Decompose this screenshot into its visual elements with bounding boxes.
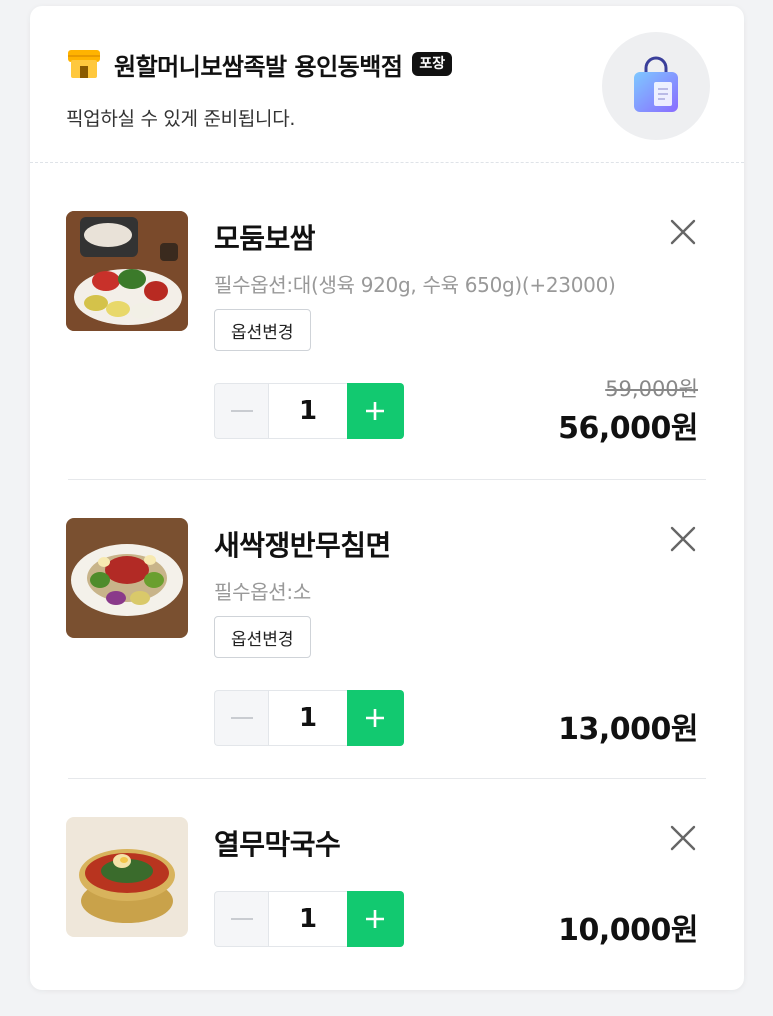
plus-icon xyxy=(366,402,385,420)
minus-icon xyxy=(230,918,253,920)
item-name: 열무막국수 xyxy=(214,828,341,861)
decrease-button[interactable] xyxy=(214,690,269,746)
pickup-badge: 포장 xyxy=(412,52,453,76)
cart-card: 원할머니보쌈족발 용인동백점 포장 픽업하실 수 있게 준비됩니다. 모둠보쌈 … xyxy=(30,6,744,990)
item-option: 필수옵션:소 xyxy=(214,580,311,604)
plus-icon xyxy=(366,910,385,928)
store-header: 원할머니보쌈족발 용인동백점 포장 픽업하실 수 있게 준비됩니다. xyxy=(30,6,744,163)
decrease-button[interactable] xyxy=(214,891,269,947)
food-image-makguksu xyxy=(66,817,188,937)
item-divider xyxy=(68,479,706,480)
close-icon[interactable] xyxy=(666,215,700,249)
minus-icon xyxy=(230,410,253,412)
change-option-button[interactable]: 옵션변경 xyxy=(214,309,311,351)
item-name: 새싹쟁반무침면 xyxy=(214,529,391,562)
item-option: 필수옵션:대(생육 920g, 수육 650g)(+23000) xyxy=(214,273,616,297)
close-icon[interactable] xyxy=(666,522,700,556)
quantity-stepper: 1 xyxy=(214,383,404,439)
item-price: 13,000원 xyxy=(558,712,698,747)
item-price: 56,000원 xyxy=(558,411,698,446)
cart-item: 열무막국수 1 10,000원 xyxy=(66,817,706,957)
decrease-button[interactable] xyxy=(214,383,269,439)
store-name: 원할머니보쌈족발 용인동백점 xyxy=(114,52,403,81)
increase-button[interactable] xyxy=(346,690,404,746)
store-icon xyxy=(68,50,100,78)
quantity-stepper: 1 xyxy=(214,690,404,746)
item-name: 모둠보쌈 xyxy=(214,222,316,255)
store-subtitle: 픽업하실 수 있게 준비됩니다. xyxy=(66,108,296,130)
close-icon[interactable] xyxy=(666,821,700,855)
cart-item: 새싹쟁반무침면 필수옵션:소 옵션변경 1 13,000원 xyxy=(66,518,706,753)
quantity-stepper: 1 xyxy=(214,891,404,947)
store-title-row: 원할머니보쌈족발 용인동백점 포장 xyxy=(66,46,453,82)
food-image-noodles xyxy=(66,518,188,638)
cart-item: 모둠보쌈 필수옵션:대(생육 920g, 수육 650g)(+23000) 옵션… xyxy=(66,211,706,446)
change-option-button[interactable]: 옵션변경 xyxy=(214,616,311,658)
original-price: 59,000원 xyxy=(605,377,698,401)
increase-button[interactable] xyxy=(346,891,404,947)
shopping-bag-badge xyxy=(602,32,710,140)
quantity-value: 1 xyxy=(268,383,347,439)
increase-button[interactable] xyxy=(346,383,404,439)
item-price: 10,000원 xyxy=(558,913,698,948)
plus-icon xyxy=(366,709,385,727)
shopping-bag-icon xyxy=(634,56,678,112)
food-image-bossam xyxy=(66,211,188,331)
item-divider xyxy=(68,778,706,779)
quantity-value: 1 xyxy=(268,690,347,746)
quantity-value: 1 xyxy=(268,891,347,947)
minus-icon xyxy=(230,717,253,719)
